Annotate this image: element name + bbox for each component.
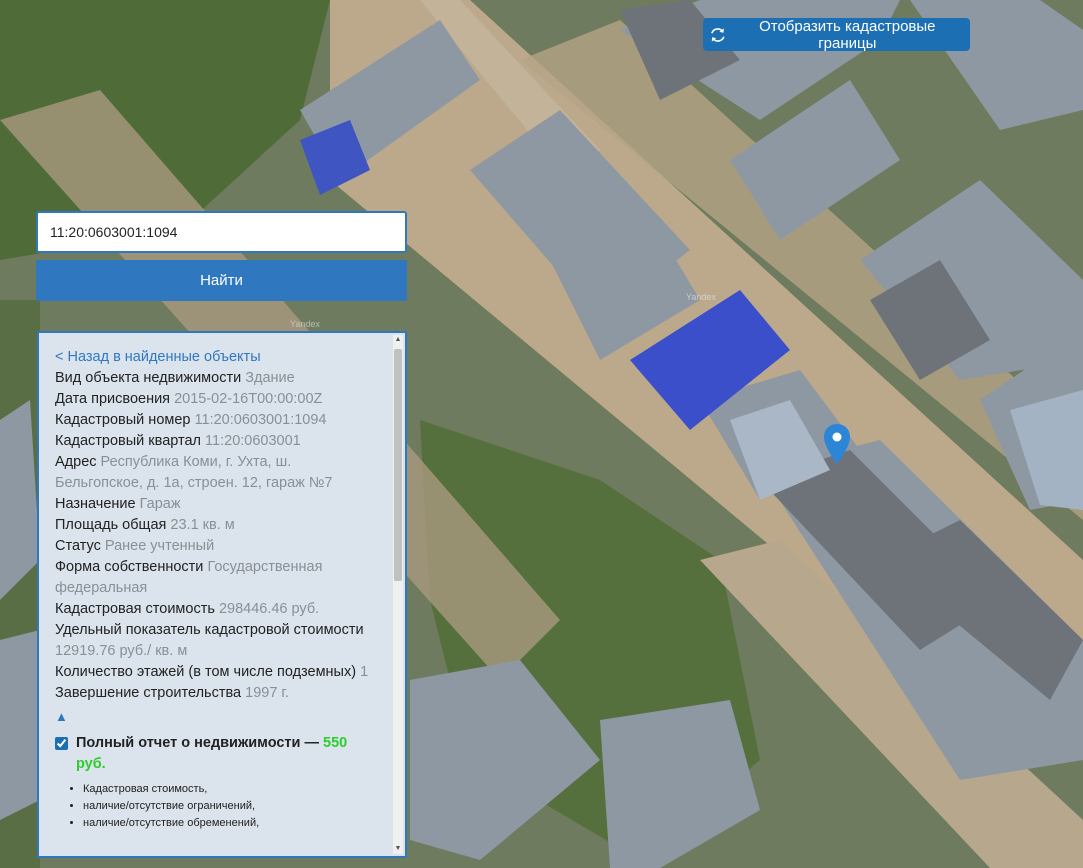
detail-value: 11:20:0603001	[205, 433, 301, 449]
find-button[interactable]: Найти	[36, 260, 407, 301]
detail-row: Площадь общая 23.1 кв. м	[55, 515, 375, 536]
detail-label: Адрес	[55, 454, 97, 470]
detail-label: Кадастровый квартал	[55, 433, 202, 449]
detail-row: Кадастровый квартал 11:20:0603001	[55, 431, 375, 452]
detail-label: Статус	[55, 538, 101, 554]
detail-value: Гараж	[139, 496, 181, 512]
detail-label: Количество этажей (в том числе подземных…	[55, 664, 357, 680]
detail-value: Здание	[245, 370, 295, 386]
detail-row: Удельный показатель кадастровой стоимост…	[55, 620, 375, 662]
show-cadastral-borders-button[interactable]: Отобразить кадастровые границы	[703, 17, 970, 52]
detail-label: Удельный показатель кадастровой стоимост…	[55, 622, 364, 638]
detail-value: 1	[360, 664, 369, 680]
report-list-item: Кадастровая стоимость,	[83, 781, 375, 798]
detail-label: Вид объекта недвижимости	[55, 370, 242, 386]
details-scrollbar[interactable]: ▲ ▼	[393, 335, 403, 854]
cadastral-search-input[interactable]	[36, 211, 407, 253]
detail-row: Завершение строительства 1997 г.	[55, 683, 375, 704]
report-contents-list: Кадастровая стоимость,наличие/отсутствие…	[55, 781, 375, 832]
full-report-title: Полный отчет о недвижимости — 550 руб.	[76, 733, 375, 775]
object-details-panel[interactable]: < Назад в найденные объекты Вид объекта …	[37, 331, 407, 858]
location-pin-icon[interactable]	[823, 423, 851, 465]
back-to-results-link[interactable]: < Назад в найденные объекты	[55, 347, 375, 368]
detail-value: 11:20:0603001:1094	[194, 412, 327, 428]
detail-label: Кадастровый номер	[55, 412, 191, 428]
detail-row: Количество этажей (в том числе подземных…	[55, 662, 375, 683]
detail-row: Адрес Республика Коми, г. Ухта, ш. Бельг…	[55, 452, 375, 494]
detail-label: Площадь общая	[55, 517, 167, 533]
scroll-up-icon[interactable]: ▲	[393, 335, 403, 345]
scroll-thumb[interactable]	[394, 349, 402, 581]
full-report-checkbox[interactable]	[55, 737, 68, 750]
detail-value: 2015-02-16T00:00:00Z	[174, 391, 323, 407]
detail-row: Форма собственности Государственная феде…	[55, 557, 375, 599]
detail-label: Назначение	[55, 496, 136, 512]
detail-value: 23.1 кв. м	[170, 517, 235, 533]
detail-value: 298446.46 руб.	[218, 601, 320, 617]
refresh-icon	[711, 27, 725, 42]
detail-label: Форма собственности	[55, 559, 204, 575]
detail-value: 1997 г.	[245, 685, 289, 701]
detail-row: Назначение Гараж	[55, 494, 375, 515]
detail-label: Завершение строительства	[55, 685, 242, 701]
show-cadastral-borders-label: Отобразить кадастровые границы	[759, 17, 936, 52]
object-fields: Вид объекта недвижимости Здание Дата прис…	[55, 368, 375, 704]
detail-value: Ранее учтенный	[104, 538, 215, 554]
object-details-content: < Назад в найденные объекты Вид объекта …	[55, 347, 375, 856]
svg-text:Yandex: Yandex	[290, 319, 320, 329]
svg-text:Yandex: Yandex	[686, 292, 716, 302]
detail-row: Статус Ранее учтенный	[55, 536, 375, 557]
collapse-icon[interactable]: ▲	[55, 706, 375, 727]
scroll-down-icon[interactable]: ▼	[393, 844, 403, 854]
detail-row: Вид объекта недвижимости Здание	[55, 368, 375, 389]
detail-value: Республика Коми, г. Ухта, ш. Бельгопское…	[55, 454, 333, 491]
full-report-option[interactable]: Полный отчет о недвижимости — 550 руб.	[55, 733, 375, 775]
full-report-title-text: Полный отчет о недвижимости —	[76, 735, 324, 751]
detail-row: Кадастровая стоимость 298446.46 руб.	[55, 599, 375, 620]
detail-value: 12919.76 руб./ кв. м	[55, 643, 188, 659]
report-list-item: наличие/отсутствие ограничений,	[83, 798, 375, 815]
detail-label: Кадастровая стоимость	[55, 601, 215, 617]
detail-row: Кадастровый номер 11:20:0603001:1094	[55, 410, 375, 431]
detail-row: Дата присвоения 2015-02-16T00:00:00Z	[55, 389, 375, 410]
report-list-item: наличие/отсутствие обременений,	[83, 815, 375, 832]
detail-label: Дата присвоения	[55, 391, 171, 407]
